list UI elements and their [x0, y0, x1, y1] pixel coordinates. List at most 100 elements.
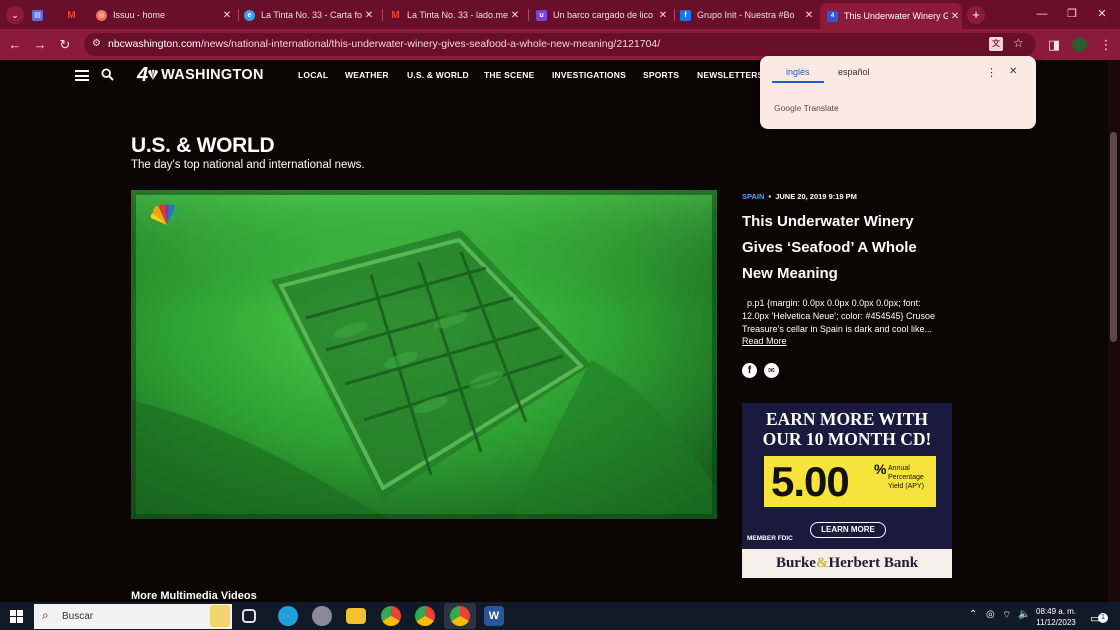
edge-taskbar-icon[interactable]: [278, 606, 298, 626]
nbc-peacock-icon: [150, 204, 182, 225]
site-info-icon[interactable]: ⚙: [92, 38, 101, 49]
article-category[interactable]: SPAIN: [742, 192, 764, 201]
tab-title: La Tinta No. 33 - lado.me: [407, 10, 508, 20]
advertisement[interactable]: EARN MORE WITH OUR 10 MONTH CD! 5.00 % A…: [742, 403, 952, 578]
restore-button[interactable]: ❐: [1064, 6, 1080, 22]
minimize-icon: —: [1036, 8, 1048, 20]
minimize-button[interactable]: —: [1034, 6, 1050, 22]
page-scrollbar[interactable]: [1108, 60, 1120, 602]
tray-app-icon[interactable]: ◎: [986, 609, 995, 620]
new-tab-button[interactable]: +: [967, 6, 985, 24]
translate-icon[interactable]: 文: [989, 37, 1003, 51]
kebab-menu-icon: ⋮: [1099, 37, 1113, 52]
file-explorer-icon[interactable]: [346, 608, 366, 624]
taskbar-search-box[interactable]: ⌕ Buscar: [34, 604, 232, 629]
tab-la-tinta-carta[interactable]: e La Tinta No. 33 - Carta fo ✕: [244, 4, 376, 26]
word-taskbar-icon[interactable]: W: [484, 606, 504, 626]
nav-weather[interactable]: WEATHER: [345, 70, 389, 80]
article-headline[interactable]: This Underwater Winery Gives ‘Seafood’ A…: [742, 209, 962, 287]
side-panel-button[interactable]: ◨: [1045, 36, 1063, 54]
hamburger-menu-icon[interactable]: [75, 70, 89, 81]
nav-sports[interactable]: SPORTS: [643, 70, 679, 80]
site-logo[interactable]: 4 WASHINGTON: [137, 64, 264, 86]
tab-barco[interactable]: u Un barco cargado de lico ✕: [536, 4, 670, 26]
window-close-button[interactable]: ✕: [1094, 6, 1110, 22]
ad-headline: EARN MORE WITH OUR 10 MONTH CD!: [742, 409, 952, 449]
chrome-taskbar-icon-active[interactable]: [450, 606, 470, 626]
close-icon[interactable]: ✕: [948, 11, 962, 22]
chrome-taskbar-icon-1[interactable]: [381, 606, 401, 626]
tab-title: Grupo Init - Nuestra #Bo: [697, 10, 795, 20]
tab-issuu[interactable]: ◎ Issuu - home ✕: [96, 4, 234, 26]
more-videos-heading: More Multimedia Videos: [131, 590, 257, 602]
windows-start-icon[interactable]: [10, 610, 23, 623]
arrow-left-icon: ←: [8, 37, 22, 52]
tab-overview[interactable]: ▤: [32, 4, 54, 26]
address-bar[interactable]: ⚙ nbcwashington.com/news/national-intern…: [84, 33, 1036, 56]
logo-text: WASHINGTON: [161, 67, 264, 83]
clock-time: 08:49 a. m.: [1036, 607, 1077, 616]
nav-local[interactable]: LOCAL: [298, 70, 328, 80]
meta-separator: •: [768, 192, 772, 201]
tab-title: This Underwater Winery G: [844, 11, 949, 21]
facebook-share-icon[interactable]: f: [742, 363, 757, 378]
tab-underwater-winery[interactable]: 4 This Underwater Winery G ✕: [820, 3, 962, 29]
read-more-link[interactable]: Read More: [742, 336, 787, 346]
nav-the-scene[interactable]: THE SCENE: [484, 70, 534, 80]
scrollbar-thumb[interactable]: [1110, 132, 1117, 342]
facebook-icon: f: [680, 9, 691, 21]
summary-line: 12.0px 'Helvetica Neue'; color: #454545}…: [742, 311, 936, 321]
notification-button[interactable]: ▭ 1: [1090, 609, 1108, 625]
side-panel-icon: ◨: [1047, 37, 1061, 52]
nav-us-world[interactable]: U.S. & WORLD: [407, 70, 469, 80]
translate-popup: inglés español ⋮ ✕ Google Translate: [760, 56, 1036, 129]
reload-button[interactable]: ↻: [56, 36, 74, 54]
brand-google: Google: [774, 103, 802, 113]
tab-title: Issuu - home: [113, 10, 166, 20]
forward-button[interactable]: →: [31, 36, 49, 54]
underwater-cellar-image: [131, 190, 717, 519]
nav-newsletters[interactable]: NEWSLETTERS: [697, 70, 763, 80]
clock[interactable]: 08:49 a. m. 11/12/2023: [1036, 606, 1076, 628]
close-icon[interactable]: ✕: [508, 10, 522, 21]
ad-learn-more-button[interactable]: LEARN MORE: [810, 522, 886, 538]
close-icon[interactable]: ✕: [802, 10, 816, 21]
app-taskbar-icon[interactable]: [312, 606, 332, 626]
windows-taskbar: ⌕ Buscar W ⌃ ◎ ⌔ 🔈 08:49 a. m. 11/12/202…: [0, 602, 1120, 630]
task-view-icon[interactable]: [242, 609, 256, 623]
close-icon[interactable]: ✕: [656, 10, 670, 21]
translate-close-icon[interactable]: ✕: [1009, 66, 1017, 77]
plus-icon: +: [972, 7, 980, 22]
hero-video[interactable]: [131, 190, 717, 519]
tab-overview-icon: ▤: [32, 9, 43, 21]
notification-count: 1: [1098, 613, 1108, 623]
tab-grupo-init[interactable]: f Grupo Init - Nuestra #Bo ✕: [680, 4, 816, 26]
arrow-right-icon: →: [33, 37, 47, 52]
search-icon[interactable]: [101, 68, 114, 81]
email-share-icon[interactable]: ✉: [764, 363, 779, 378]
profile-avatar[interactable]: [1072, 37, 1087, 52]
back-button[interactable]: ←: [6, 36, 24, 54]
bookmark-star-icon[interactable]: ☆: [1013, 36, 1024, 50]
issuu-icon: ◎: [96, 9, 107, 21]
brand-translate: Translate: [803, 103, 839, 113]
tab-la-tinta-lado[interactable]: M La Tinta No. 33 - lado.me ✕: [390, 4, 522, 26]
menu-button[interactable]: ⋮: [1097, 36, 1115, 54]
wifi-icon[interactable]: ⌔: [1002, 609, 1011, 622]
translate-tab-source[interactable]: inglés: [786, 67, 810, 77]
close-icon[interactable]: ✕: [362, 10, 376, 21]
peacock-logo-icon: [148, 69, 159, 80]
translate-tab-target[interactable]: español: [838, 67, 870, 77]
nav-investigations[interactable]: INVESTIGATIONS: [552, 70, 626, 80]
chrome-taskbar-icon-2[interactable]: [415, 606, 435, 626]
volume-icon[interactable]: 🔈: [1018, 609, 1030, 620]
search-highlight-icon: [210, 605, 230, 627]
tab-search-button[interactable]: ⌄: [6, 6, 24, 24]
url-text[interactable]: nbcwashington.com/news/national-internat…: [108, 38, 660, 50]
translate-options-icon[interactable]: ⋮: [986, 66, 997, 79]
tab-gmail[interactable]: M: [66, 4, 88, 26]
headline-line: New Meaning: [742, 265, 838, 282]
close-icon[interactable]: ✕: [220, 10, 234, 21]
ad-headline-line: OUR 10 MONTH CD!: [762, 429, 932, 449]
chevron-up-icon[interactable]: ⌃: [969, 609, 977, 620]
